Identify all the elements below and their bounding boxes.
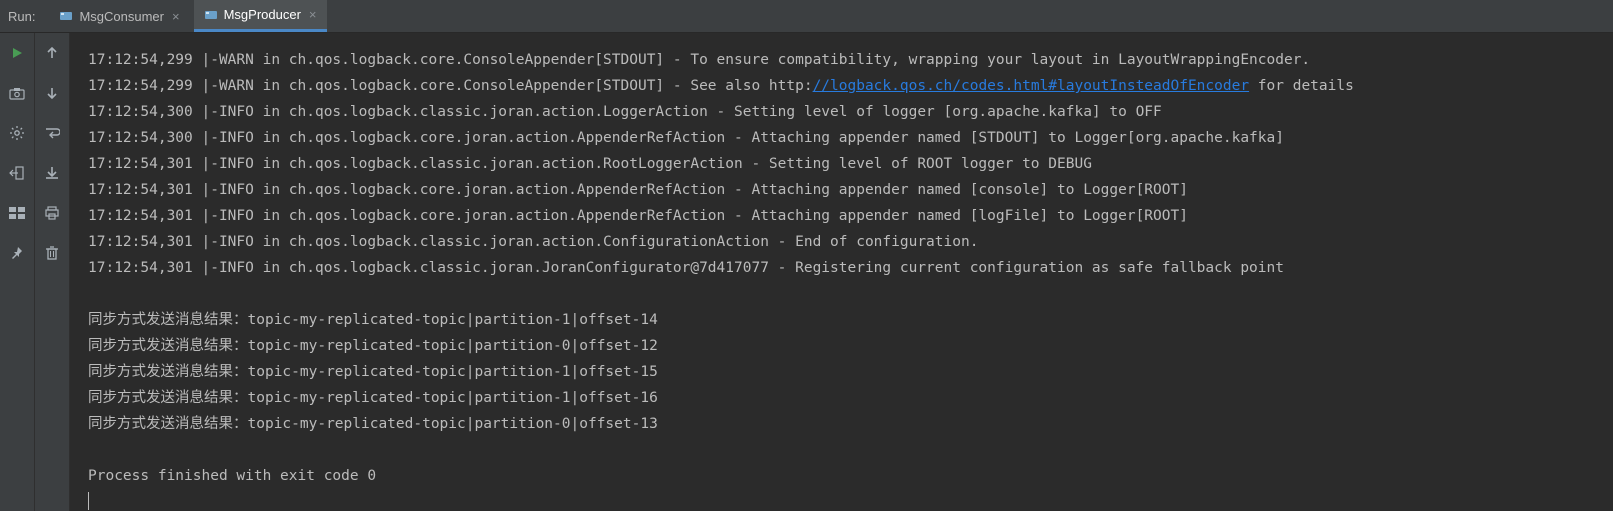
app-icon: [59, 9, 73, 23]
tab-msgconsumer[interactable]: MsgConsumer ×: [49, 0, 189, 32]
console-link[interactable]: //logback.qos.ch/codes.html#layoutInstea…: [813, 78, 1250, 94]
close-icon[interactable]: ×: [172, 9, 180, 24]
scroll-to-end-icon[interactable]: [42, 163, 62, 183]
close-icon[interactable]: ×: [309, 7, 317, 22]
run-toolbar-inner: [35, 33, 70, 511]
run-label: Run:: [8, 9, 35, 24]
run-toolbar-left: [0, 33, 35, 511]
pin-icon[interactable]: [7, 243, 27, 263]
settings-icon[interactable]: [7, 123, 27, 143]
print-icon[interactable]: [42, 203, 62, 223]
arrow-down-icon[interactable]: [42, 83, 62, 103]
exit-icon[interactable]: [7, 163, 27, 183]
app-icon: [204, 8, 218, 22]
run-tab-bar: Run: MsgConsumer × MsgProducer ×: [0, 0, 1613, 33]
run-icon[interactable]: [7, 43, 27, 63]
trash-icon[interactable]: [42, 243, 62, 263]
arrow-up-icon[interactable]: [42, 43, 62, 63]
text-cursor: [88, 492, 89, 510]
console-output[interactable]: 17:12:54,299 |-WARN in ch.qos.logback.co…: [70, 33, 1613, 511]
soft-wrap-icon[interactable]: [42, 123, 62, 143]
layout-icon[interactable]: [7, 203, 27, 223]
camera-icon[interactable]: [7, 83, 27, 103]
tab-msgproducer[interactable]: MsgProducer ×: [194, 0, 327, 32]
tab-label: MsgConsumer: [79, 9, 164, 24]
tab-label: MsgProducer: [224, 7, 301, 22]
console-text[interactable]: 17:12:54,299 |-WARN in ch.qos.logback.co…: [88, 47, 1613, 511]
